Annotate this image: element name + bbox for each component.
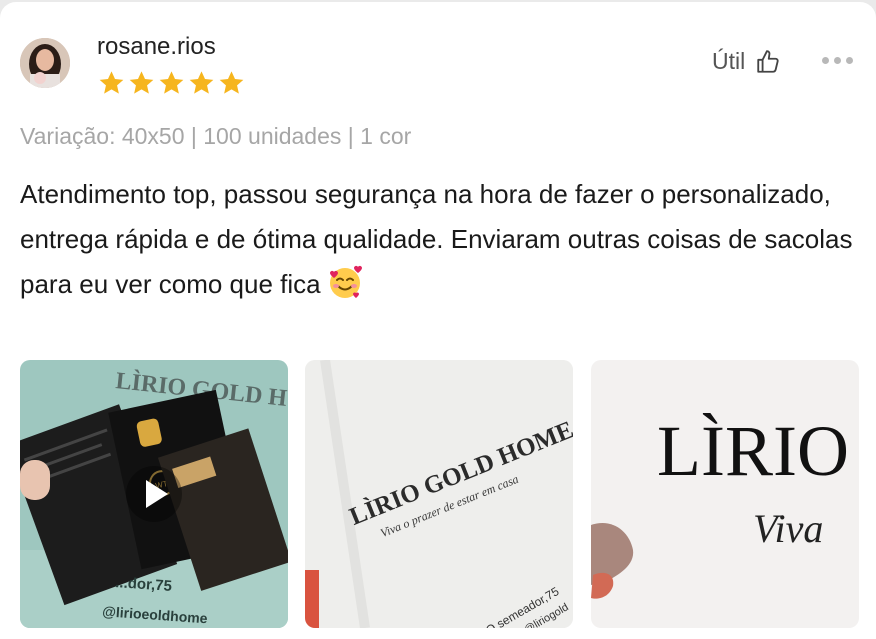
star-rating	[97, 69, 246, 98]
smiling-face-with-hearts-icon	[329, 265, 362, 298]
review-photo-thumbnail[interactable]: LÌRIO GOLD HOME Viva o prazer de estar e…	[305, 360, 573, 628]
play-button[interactable]	[126, 466, 182, 522]
star-icon	[129, 71, 154, 94]
star-icon	[189, 71, 214, 94]
avatar[interactable]	[20, 38, 70, 88]
review-photo-thumbnail[interactable]: LÌRIO Viva	[591, 360, 859, 628]
more-options-button[interactable]	[822, 57, 853, 64]
more-dot-icon	[822, 57, 829, 64]
variation-info: Variação: 40x50 | 100 unidades | 1 cor	[20, 123, 412, 149]
review-video-thumbnail[interactable]: LÌRIO GOLD HOME WT ...dor,75 @lirioeoldh…	[20, 360, 288, 628]
helpful-button[interactable]: Útil	[712, 48, 781, 75]
more-dot-icon	[846, 57, 853, 64]
review-text: Atendimento top, passou segurança na hor…	[20, 179, 853, 299]
bag-tagline-text: Viva	[753, 506, 823, 551]
star-icon	[159, 71, 184, 94]
review-card: rosane.rios Útil Variação: 40x50 | 100 u…	[0, 2, 876, 639]
helpful-label: Útil	[712, 48, 746, 74]
star-icon	[99, 71, 124, 94]
star-icon	[219, 71, 244, 94]
more-dot-icon	[834, 57, 841, 64]
bag-logo-text: LÌRIO	[657, 411, 849, 491]
thumbs-up-icon	[757, 49, 779, 73]
username[interactable]: rosane.rios	[97, 33, 216, 61]
review-text-block: Atendimento top, passou segurança na hor…	[20, 172, 860, 307]
